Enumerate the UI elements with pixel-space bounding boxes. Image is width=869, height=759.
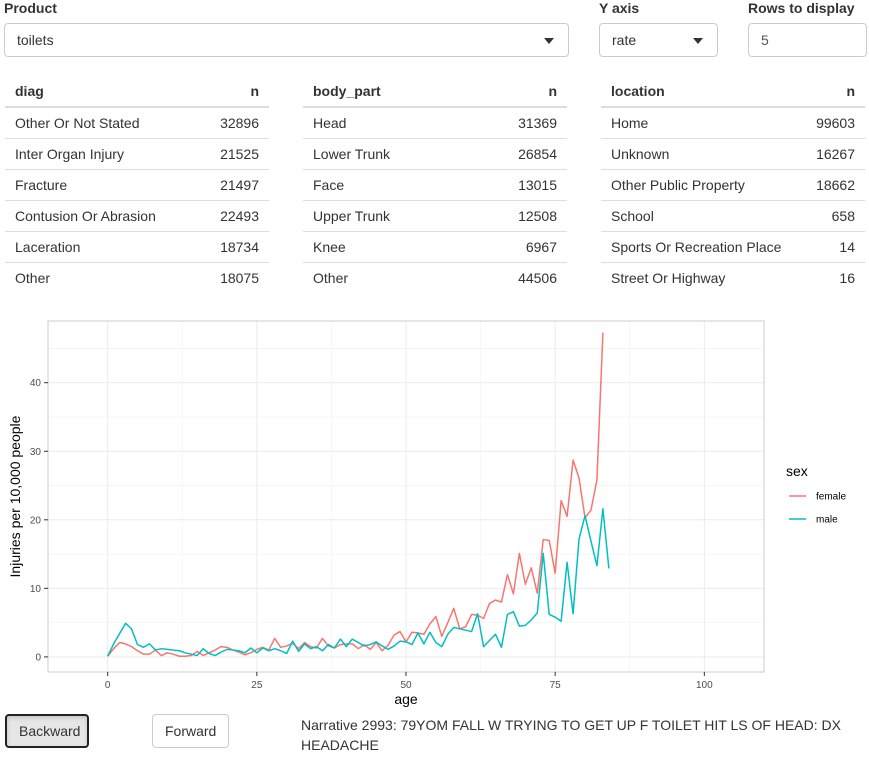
count-cell: 99603 <box>802 107 865 139</box>
location-table: location n Home 99603 Unknown 16267 Other … <box>601 76 865 293</box>
body-part-cell: Lower Trunk <box>303 138 468 170</box>
backward-button[interactable]: Backward <box>5 714 89 748</box>
legend-label-male: male <box>816 515 838 526</box>
x-tick-label: 0 <box>105 680 111 691</box>
column-header: location <box>601 76 803 108</box>
diag-cell: Contusion Or Abrasion <box>5 200 199 232</box>
count-cell: 6967 <box>467 231 567 263</box>
count-cell: 26854 <box>467 138 567 170</box>
x-tick-label: 50 <box>400 680 412 691</box>
count-cell: 21497 <box>198 169 269 201</box>
body-part-cell: Other <box>313 269 349 286</box>
forward-button[interactable]: Forward <box>152 714 229 748</box>
chevron-down-icon <box>544 38 554 44</box>
table-row: Fracture 21497 <box>5 169 269 201</box>
count-cell: 21525 <box>198 138 269 170</box>
body-part-cell: Head <box>303 107 468 139</box>
location-cell: Sports Or Recreation Place <box>601 231 803 263</box>
table-row: Other Public Property 18662 <box>601 169 865 201</box>
count-cell: 658 <box>802 200 865 232</box>
table-row: Contusion Or Abrasion 22493 <box>5 200 269 232</box>
table-row: Inter Organ Injury 21525 <box>5 138 269 170</box>
diag-cell: Laceration <box>5 231 199 263</box>
product-select-value: toilets <box>17 32 54 48</box>
location-cell: Street Or Highway <box>611 269 726 286</box>
column-header: n <box>198 76 269 108</box>
count-cell: 44506 <box>518 269 557 286</box>
narrative-text: Narrative 2993: 79YOM FALL W TRYING TO G… <box>301 717 841 753</box>
location-cell: Home <box>601 107 803 139</box>
table-row: Lower Trunk 26854 <box>303 138 567 170</box>
yaxis-select-value: rate <box>612 32 637 48</box>
location-cell: Other Public Property <box>601 169 803 201</box>
table-row: Sports Or Recreation Place 14 <box>601 231 865 263</box>
y-tick-label: 30 <box>30 447 42 458</box>
table-row: Face 13015 <box>303 169 567 201</box>
x-tick-label: 100 <box>696 680 713 691</box>
diag-table: diag n Other Or Not Stated 32896 Inter Or… <box>5 76 269 293</box>
count-cell: 18662 <box>802 169 865 201</box>
column-header: n <box>802 76 865 108</box>
count-cell: 22493 <box>198 200 269 232</box>
table-row: Unknown 16267 <box>601 138 865 170</box>
count-cell: 18734 <box>198 231 269 263</box>
chevron-down-icon <box>693 38 703 44</box>
table-row: Head 31369 <box>303 107 567 139</box>
table-row: School 658 <box>601 200 865 232</box>
table-row: Other Or Not Stated 32896 <box>5 107 269 139</box>
body-part-table: body_part n Head 31369 Lower Trunk 26854 F… <box>303 76 567 293</box>
diag-cell: Other <box>15 269 51 286</box>
body-part-cell: Upper Trunk <box>303 200 468 232</box>
count-cell: 18075 <box>220 269 259 286</box>
series-line-male <box>106 508 610 657</box>
count-cell: 13015 <box>467 169 567 201</box>
legend-label-female: female <box>816 492 846 503</box>
table-row: Other 44506 <box>303 262 567 293</box>
yaxis-label: Y axis <box>599 0 640 16</box>
table-row: Other 18075 <box>5 262 269 293</box>
x-tick-label: 75 <box>550 680 562 691</box>
age-injury-chart: 0 25 50 75 100 0 10 20 30 40 age Injuries per 10,… <box>7 320 846 707</box>
location-cell: School <box>601 200 803 232</box>
table-row: Upper Trunk 12508 <box>303 200 567 232</box>
count-cell: 32896 <box>198 107 269 139</box>
y-tick-label: 10 <box>30 584 42 595</box>
column-header: n <box>467 76 567 108</box>
y-tick-label: 0 <box>35 652 41 663</box>
x-tick-label: 25 <box>251 680 263 691</box>
table-row: Laceration 18734 <box>5 231 269 263</box>
count-cell: 16267 <box>802 138 865 170</box>
count-cell: 31369 <box>467 107 567 139</box>
y-tick-label: 20 <box>30 515 42 526</box>
body-part-cell: Knee <box>303 231 468 263</box>
y-tick-label: 40 <box>30 378 42 389</box>
body-part-cell: Face <box>303 169 468 201</box>
column-header: body_part <box>303 76 468 108</box>
table-header-row: body_part n <box>303 76 567 108</box>
count-cell: 16 <box>839 269 855 286</box>
table-row: Street Or Highway 16 <box>601 262 865 293</box>
table-row: Knee 6967 <box>303 231 567 263</box>
column-header: diag <box>5 76 199 108</box>
location-cell: Unknown <box>601 138 803 170</box>
product-select[interactable]: toilets <box>4 23 569 57</box>
diag-cell: Other Or Not Stated <box>5 107 199 139</box>
table-header-row: location n <box>601 76 865 108</box>
diag-cell: Fracture <box>5 169 199 201</box>
rows-label: Rows to display <box>748 0 855 16</box>
yaxis-select[interactable]: rate <box>599 23 718 57</box>
product-label: Product <box>4 0 57 16</box>
legend-title: sex <box>786 463 808 479</box>
count-cell: 14 <box>802 231 865 263</box>
table-header-row: diag n <box>5 76 269 108</box>
diag-cell: Inter Organ Injury <box>5 138 199 170</box>
table-row: Home 99603 <box>601 107 865 139</box>
x-axis-label: age <box>394 691 418 707</box>
y-axis-label: Injuries per 10,000 people <box>7 415 23 577</box>
count-cell: 12508 <box>467 200 567 232</box>
rows-input[interactable] <box>748 23 867 57</box>
